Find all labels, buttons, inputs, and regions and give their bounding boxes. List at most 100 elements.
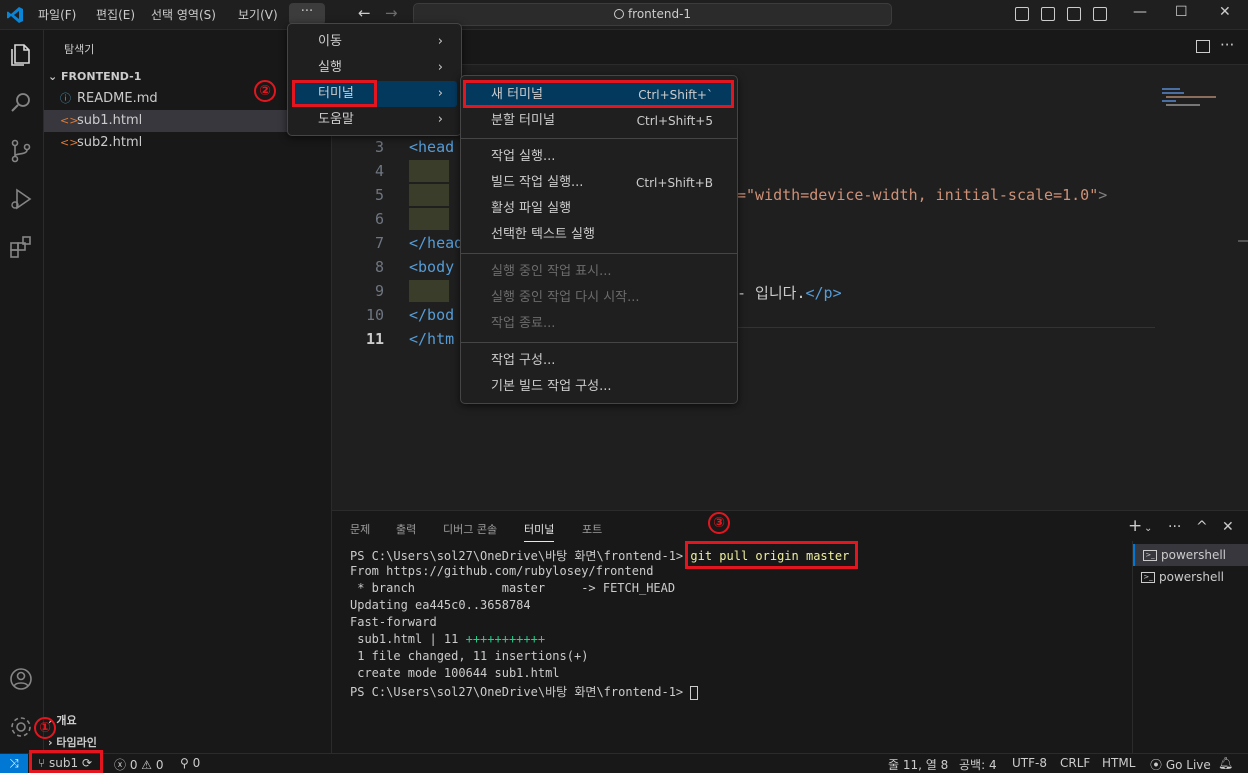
menu-item-split-terminal[interactable]: 분할 터미널 Ctrl+Shift+5 [465, 108, 733, 134]
tab-problems[interactable]: 문제 [350, 521, 370, 537]
code-attr-value: ="width=device-width, initial-scale=1.0" [737, 186, 1099, 204]
powershell-icon: >_ [1143, 550, 1157, 561]
terminal-instance[interactable]: >_ powershell [1133, 544, 1248, 566]
split-editor-icon[interactable] [1196, 40, 1210, 53]
folder-header[interactable]: ⌄ FRONTEND-1 [48, 70, 141, 83]
maximize-icon[interactable]: ☐ [1175, 4, 1188, 20]
ports-indicator[interactable]: ⚲ 0 [180, 756, 200, 770]
indent-guide [409, 208, 449, 230]
forward-arrow-icon[interactable]: → [385, 4, 398, 22]
tab-ports[interactable]: 포트 [582, 521, 602, 537]
minimize-icon[interactable]: — [1133, 4, 1147, 20]
tab-terminal[interactable]: 터미널 [524, 521, 555, 542]
more-actions-icon[interactable]: ··· [1220, 36, 1234, 54]
menu-item-help[interactable]: 도움말 › [292, 107, 457, 133]
encoding[interactable]: UTF-8 [1012, 756, 1047, 770]
code-line[interactable]: <body [409, 258, 454, 276]
scrollbar[interactable] [1238, 240, 1248, 242]
terminal-line: sub1.html | 11 +++++++++++ [350, 632, 545, 646]
menu-file[interactable]: 파일(F) [38, 6, 76, 23]
more-menus-button[interactable]: ··· [289, 3, 325, 25]
menu-item-terminate-task: 작업 종료... [465, 311, 733, 337]
back-arrow-icon[interactable]: ← [358, 4, 371, 22]
diffstat-plus: +++++++++++ [465, 632, 546, 646]
minimap[interactable] [1162, 82, 1222, 122]
menu-label: 기본 빌드 작업 구성... [491, 379, 612, 394]
title-bar: 파일(F) 편집(E) 선택 영역(S) 보기(V) ··· ← → front… [0, 0, 1248, 30]
close-icon[interactable]: ✕ [1219, 4, 1231, 20]
indent-guide [409, 184, 449, 206]
account-icon[interactable] [8, 666, 34, 692]
problems-indicator[interactable]: ⓧ 0 ⚠ 0 [114, 756, 164, 773]
run-debug-icon[interactable] [8, 186, 34, 212]
notifications-bell-icon[interactable]: 🔔︎ [1218, 756, 1233, 770]
file-item-sub2[interactable]: <>sub2.html [44, 132, 331, 154]
close-panel-icon[interactable]: ✕ [1222, 519, 1234, 535]
menu-item-run-build-task[interactable]: 빌드 작업 실행... Ctrl+Shift+B [465, 170, 733, 196]
menu-label: 활성 파일 실행 [491, 201, 572, 216]
code-line[interactable]: </head [409, 234, 463, 252]
annotation-box-command [685, 541, 858, 569]
search-icon[interactable] [8, 90, 34, 116]
code-line[interactable]: ="width=device-width, initial-scale=1.0"… [737, 186, 1107, 204]
language-mode[interactable]: HTML [1102, 756, 1135, 770]
annotation-number-1: ① [34, 717, 56, 739]
menu-item-run-selected-text[interactable]: 선택한 텍스트 실행 [465, 222, 733, 248]
terminal-line: create mode 100644 sub1.html [350, 666, 560, 680]
code-line[interactable]: <head [409, 138, 454, 156]
powershell-icon: >_ [1141, 572, 1155, 583]
line-number: 8 [374, 258, 384, 276]
line-number: 7 [374, 234, 384, 252]
annotation-box-new-terminal [463, 80, 734, 108]
menu-view[interactable]: 보기(V) [238, 6, 278, 23]
code-line[interactable]: - 입니다.</p> [737, 282, 842, 303]
menu-item-configure-default-build-task[interactable]: 기본 빌드 작업 구성... [465, 374, 733, 400]
toggle-sidebar-icon[interactable] [1015, 7, 1029, 21]
file-name: sub2.html [77, 135, 143, 150]
ports-count: 0 [192, 756, 201, 770]
terminal-list: >_ powershell >_ powershell [1132, 541, 1248, 754]
chevron-down-icon[interactable]: ⌄ [1144, 523, 1152, 534]
new-terminal-plus-icon[interactable]: + [1128, 516, 1142, 536]
customize-layout-icon[interactable] [1093, 7, 1107, 21]
terminal-line: 1 file changed, 11 insertions(+) [350, 649, 589, 663]
command-center-search[interactable]: frontend-1 [413, 3, 892, 26]
menu-selection[interactable]: 선택 영역(S) [151, 6, 216, 23]
code-line[interactable]: </bod [409, 306, 454, 324]
shortcut: Ctrl+Shift+5 [636, 114, 713, 128]
menu-label: 작업 종료... [491, 316, 556, 331]
menu-label: 선택한 텍스트 실행 [491, 227, 595, 242]
more-actions-icon[interactable]: ··· [1168, 519, 1181, 535]
menu-item-go[interactable]: 이동 › [292, 29, 457, 55]
settings-gear-icon[interactable] [8, 714, 34, 740]
indentation[interactable]: 공백: 4 [959, 756, 997, 773]
annotation-box-terminal-menu [292, 80, 377, 107]
terminal-prompt: PS C:\Users\sol27\OneDrive\바탕 화면\fronten… [350, 685, 691, 699]
terminal-line: Updating ea445c0..3658784 [350, 598, 531, 612]
tab-output[interactable]: 출력 [396, 521, 416, 537]
menu-item-run-active-file[interactable]: 활성 파일 실행 [465, 196, 733, 222]
toggle-secondary-sidebar-icon[interactable] [1067, 7, 1081, 21]
cursor-position[interactable]: 줄 11, 열 8 [888, 756, 948, 773]
indent-guide [409, 280, 449, 302]
menu-item-run[interactable]: 실행 › [292, 55, 457, 81]
menu-edit[interactable]: 편집(E) [96, 6, 135, 23]
line-ending[interactable]: CRLF [1060, 756, 1090, 770]
menu-item-run-task[interactable]: 작업 실행... [465, 144, 733, 170]
explorer-icon[interactable] [8, 42, 34, 68]
toggle-panel-icon[interactable] [1041, 7, 1055, 21]
go-live-button[interactable]: ⦿ Go Live [1150, 756, 1211, 773]
source-control-icon[interactable] [8, 138, 34, 164]
terminal-line[interactable]: PS C:\Users\sol27\OneDrive\바탕 화면\fronten… [350, 683, 699, 700]
tab-debug-console[interactable]: 디버그 콘솔 [443, 521, 497, 537]
menu-item-show-running-tasks: 실행 중인 작업 표시... [465, 259, 733, 285]
code-line[interactable]: </htm [409, 330, 454, 348]
extensions-icon[interactable] [8, 234, 34, 260]
search-icon [613, 9, 624, 19]
maximize-panel-icon[interactable]: ^ [1196, 519, 1208, 535]
editor-tab-bar: ··· [332, 30, 1248, 65]
terminal-instance[interactable]: >_ powershell [1133, 566, 1248, 588]
remote-icon[interactable]: ⤨ [0, 754, 28, 773]
timeline-section[interactable]: › 타임라인 [48, 734, 97, 750]
menu-item-configure-tasks[interactable]: 작업 구성... [465, 348, 733, 374]
